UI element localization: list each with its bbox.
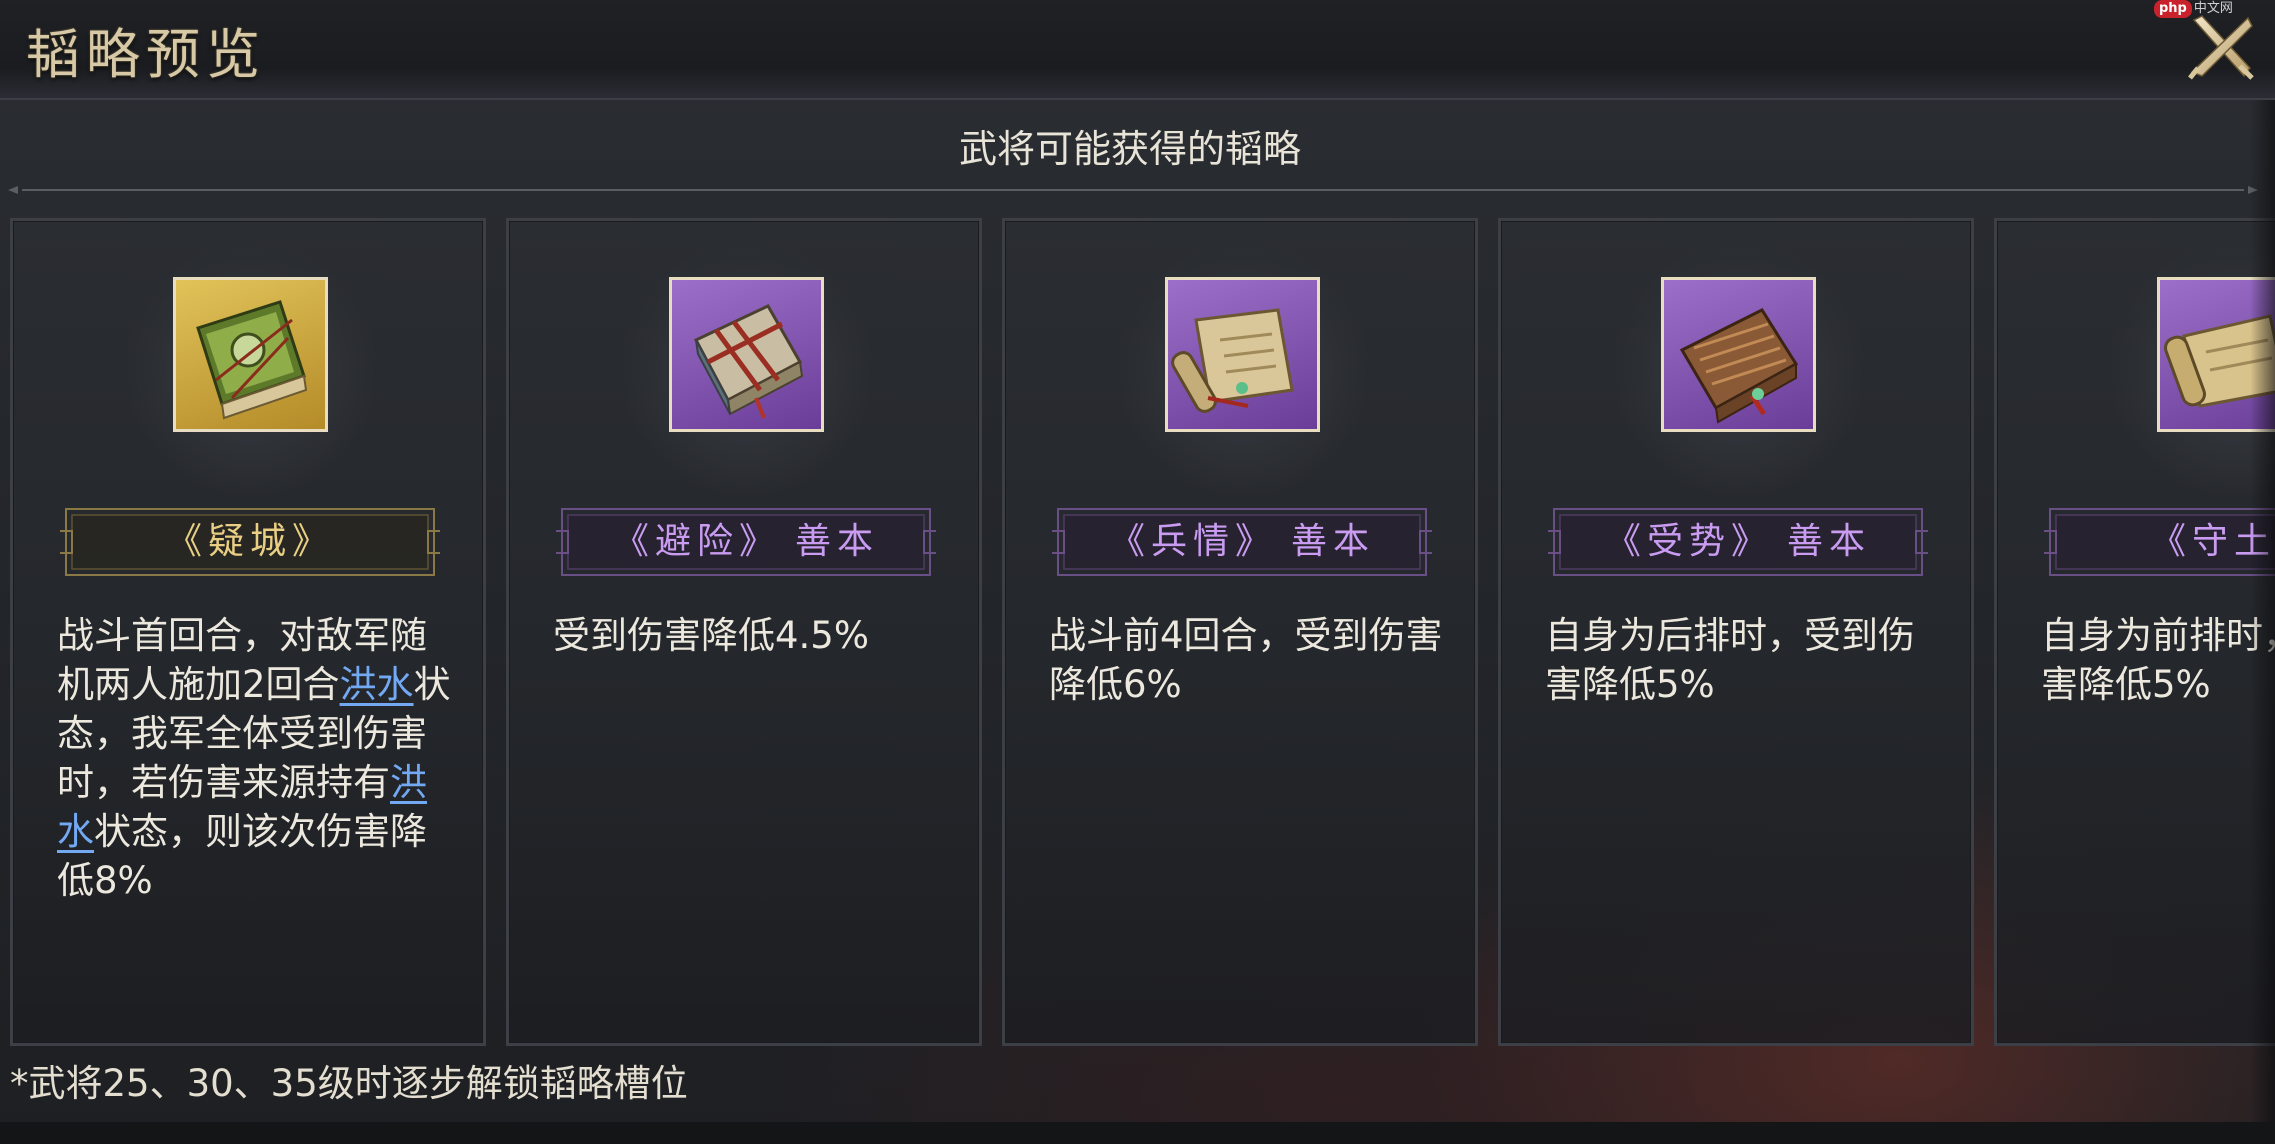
strategy-name: 《守土》 bbox=[2042, 503, 2275, 581]
strategy-name-plate: 《守土》 bbox=[2042, 503, 2275, 581]
strategy-title: 《疑城》 bbox=[165, 521, 334, 562]
header-divider bbox=[8, 186, 2258, 194]
strategy-name: 《受势》 善本 bbox=[1546, 503, 1930, 581]
strategy-name: 《避险》 善本 bbox=[554, 503, 938, 581]
title-bar: 韬略预览 php 中文网 bbox=[0, 0, 2275, 100]
strategy-name-plate: 《疑城》 bbox=[58, 503, 442, 581]
strategy-card-bixian[interactable]: 《避险》 善本 受到伤害降低4.5% bbox=[506, 218, 982, 1046]
bamboo-book-icon bbox=[1661, 277, 1816, 432]
strategy-name-plate: 《受势》 善本 bbox=[1546, 503, 1930, 581]
strategy-description: 自身为后排时，受到伤害降低5% bbox=[1545, 614, 1915, 706]
section-heading: 武将可能获得的韬略 bbox=[958, 127, 1301, 171]
strategy-title: 《受势》 bbox=[1604, 521, 1773, 562]
edition-label: 善本 bbox=[795, 521, 880, 562]
strategy-card-yicheng[interactable]: 《疑城》 战斗首回合，对敌军随机两人施加2回合洪水状态，我军全体受到伤害时，若伤… bbox=[10, 218, 486, 1046]
close-button[interactable] bbox=[2180, 6, 2260, 86]
scroll-icon bbox=[1165, 277, 1320, 432]
strategy-title: 《避险》 bbox=[612, 521, 781, 562]
strategy-description: 战斗首回合，对敌军随机两人施加2回合洪水状态，我军全体受到伤害时，若伤害来源持有… bbox=[57, 611, 457, 905]
strategy-description: 战斗前4回合，受到伤害降低6% bbox=[1049, 614, 1443, 706]
strategy-name: 《疑城》 bbox=[58, 503, 442, 581]
strategy-card-shoushi[interactable]: 《受势》 善本 自身为后排时，受到伤害降低5% bbox=[1498, 218, 1974, 1046]
keyword-link-flood[interactable]: 洪水 bbox=[340, 663, 414, 706]
strategy-card-bingqing[interactable]: 《兵情》 善本 战斗前4回合，受到伤害降低6% bbox=[1002, 218, 1478, 1046]
strategy-description: 受到伤害降低4.5% bbox=[553, 614, 869, 657]
strategy-title: 《兵情》 bbox=[1108, 521, 1277, 562]
strategy-name-plate: 《兵情》 善本 bbox=[1050, 503, 1434, 581]
strategy-name-plate: 《避险》 善本 bbox=[554, 503, 938, 581]
green-gold-bound-book-icon bbox=[173, 277, 328, 432]
scroll-edge-shade bbox=[2250, 100, 2275, 1144]
strategy-preview-screen: 韬略预览 php 中文网 武将可能获得的韬略 《疑城》 战斗首回合，对敌军随机两… bbox=[0, 0, 2275, 1144]
edition-label: 善本 bbox=[1787, 521, 1872, 562]
description-text: 状态，则该次伤害降低8% bbox=[57, 810, 427, 902]
strategy-name: 《兵情》 善本 bbox=[1050, 503, 1434, 581]
crossed-swords-close-icon bbox=[2188, 15, 2254, 80]
strategy-card-shoutu[interactable]: 《守土》 自身为前排时，受到伤害降低5% bbox=[1994, 218, 2275, 1046]
edition-label: 善本 bbox=[1291, 521, 1376, 562]
strategy-description: 自身为前排时，受到伤害降低5% bbox=[2041, 614, 2275, 706]
window-title: 韬略预览 bbox=[26, 23, 266, 86]
bottom-strip bbox=[0, 1122, 2275, 1144]
unlock-hint: *武将25、30、35级时逐步解锁韬略槽位 bbox=[10, 1062, 688, 1105]
tied-book-bundle-icon bbox=[669, 277, 824, 432]
